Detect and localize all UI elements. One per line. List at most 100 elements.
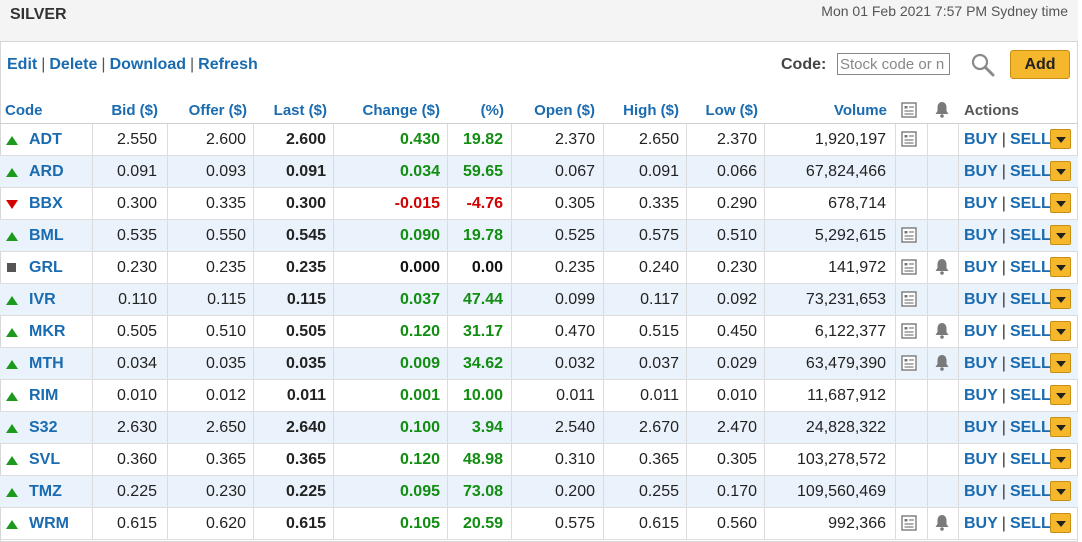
sell-link[interactable]: SELL [1010,291,1051,308]
chevron-down-icon[interactable] [1050,161,1071,181]
column-divider [927,508,928,539]
stock-code-link[interactable]: GRL [29,252,63,283]
trend-up-icon [6,136,18,145]
stock-code-link[interactable]: MTH [29,348,64,379]
chevron-down-icon[interactable] [1050,193,1071,213]
column-header-high[interactable]: High ($) [623,102,679,119]
sell-link[interactable]: SELL [1010,515,1051,532]
sell-link[interactable]: SELL [1010,227,1051,244]
buy-link[interactable]: BUY [964,483,998,500]
column-header-offer[interactable]: Offer ($) [189,102,247,119]
column-header-code[interactable]: Code [5,102,43,119]
search-icon[interactable] [970,52,996,78]
column-header-open[interactable]: Open ($) [534,102,595,119]
stock-code-link[interactable]: IVR [29,284,56,315]
delete-link[interactable]: Delete [49,56,97,73]
announcements-icon[interactable] [901,124,925,155]
buy-link[interactable]: BUY [964,355,998,372]
separator: | [190,56,195,73]
column-divider [511,380,512,411]
buy-link[interactable]: BUY [964,259,998,276]
chevron-down-icon[interactable] [1050,129,1071,149]
sell-link[interactable]: SELL [1010,419,1051,436]
chevron-down-icon[interactable] [1050,449,1071,469]
cell-pct: 19.78 [462,227,503,244]
announcements-icon[interactable] [901,252,925,283]
announcements-icon[interactable] [901,316,925,347]
column-header-percent[interactable]: (%) [481,102,504,119]
sell-link[interactable]: SELL [1010,163,1051,180]
buy-link[interactable]: BUY [964,515,998,532]
column-divider [92,476,93,507]
chevron-down-icon[interactable] [1050,513,1071,533]
column-header-last[interactable]: Last ($) [274,102,327,119]
column-divider [167,252,168,283]
column-header-volume[interactable]: Volume [834,102,887,119]
cell-bid: 0.535 [116,227,157,244]
sell-link[interactable]: SELL [1010,483,1051,500]
add-button[interactable]: Add [1010,50,1070,79]
column-divider [167,508,168,539]
buy-link[interactable]: BUY [964,291,998,308]
column-header-low[interactable]: Low ($) [706,102,759,119]
cell-open: 0.305 [554,195,595,212]
stock-code-link[interactable]: RIM [29,380,58,411]
stock-code-link[interactable]: TMZ [29,476,62,507]
separator: | [1001,163,1006,180]
alert-bell-icon[interactable] [934,316,958,347]
buy-link[interactable]: BUY [964,451,998,468]
announcements-icon[interactable] [901,348,925,379]
stock-code-input[interactable] [837,53,950,75]
stock-code-link[interactable]: ADT [29,124,62,155]
buy-link[interactable]: BUY [964,195,998,212]
buy-link[interactable]: BUY [964,163,998,180]
refresh-link[interactable]: Refresh [198,56,258,73]
stock-code-link[interactable]: MKR [29,316,65,347]
column-header-change[interactable]: Change ($) [362,102,440,119]
column-header-bid[interactable]: Bid ($) [111,102,158,119]
alert-bell-icon[interactable] [934,348,958,379]
stock-code-link[interactable]: SVL [29,444,60,475]
stock-code-link[interactable]: S32 [29,412,57,443]
chevron-down-icon[interactable] [1050,481,1071,501]
sell-link[interactable]: SELL [1010,387,1051,404]
sell-link[interactable]: SELL [1010,451,1051,468]
chevron-down-icon[interactable] [1050,289,1071,309]
chevron-down-icon[interactable] [1050,321,1071,341]
sell-link[interactable]: SELL [1010,131,1051,148]
announcements-icon[interactable] [901,220,925,251]
stock-code-link[interactable]: WRM [29,508,69,539]
buy-link[interactable]: BUY [964,387,998,404]
buy-link[interactable]: BUY [964,131,998,148]
buy-link[interactable]: BUY [964,419,998,436]
chevron-down-icon[interactable] [1050,257,1071,277]
sell-link[interactable]: SELL [1010,355,1051,372]
announcements-icon[interactable] [901,508,925,539]
table-row: MTH 0.034 0.035 0.035 0.009 34.62 0.032 0.037 0.… [0,348,1078,380]
chevron-down-icon[interactable] [1050,385,1071,405]
cell-change: 0.034 [399,163,440,180]
buy-link[interactable]: BUY [964,323,998,340]
cell-offer: 0.012 [205,387,246,404]
chevron-down-icon[interactable] [1050,417,1071,437]
column-divider [167,316,168,347]
stock-code-link[interactable]: ARD [29,156,64,187]
edit-link[interactable]: Edit [7,56,37,73]
alert-bell-icon[interactable] [934,508,958,539]
sell-link[interactable]: SELL [1010,259,1051,276]
stock-code-link[interactable]: BML [29,220,64,251]
cell-bid: 0.360 [116,451,157,468]
stock-code-link[interactable]: BBX [29,188,63,219]
alert-bell-icon[interactable] [934,252,958,283]
column-divider [764,412,765,443]
cell-open: 2.540 [554,419,595,436]
buy-link[interactable]: BUY [964,227,998,244]
sell-link[interactable]: SELL [1010,195,1051,212]
chevron-down-icon[interactable] [1050,353,1071,373]
sell-link[interactable]: SELL [1010,323,1051,340]
download-link[interactable]: Download [110,56,186,73]
announcements-icon[interactable] [901,284,925,315]
cell-change: 0.090 [399,227,440,244]
chevron-down-icon[interactable] [1050,225,1071,245]
column-divider [603,348,604,379]
